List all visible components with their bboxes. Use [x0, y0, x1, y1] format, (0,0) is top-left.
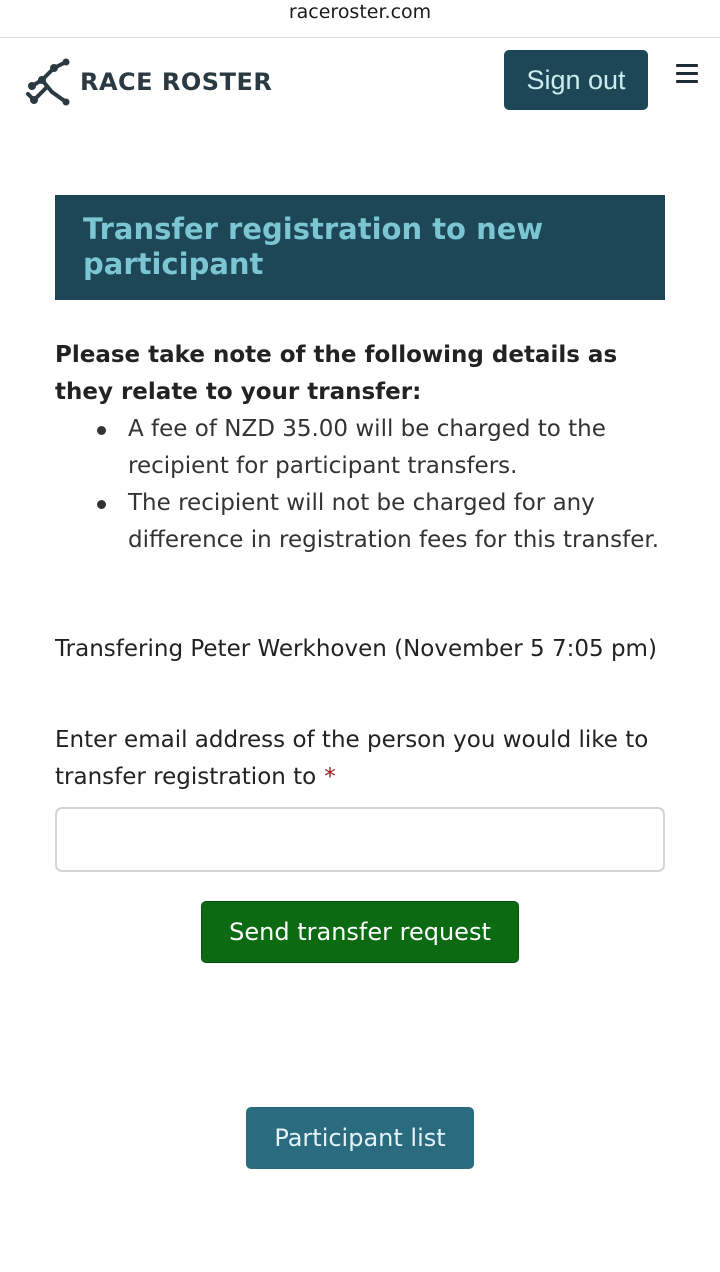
url-text: raceroster.com	[288, 1, 432, 23]
hamburger-menu-icon[interactable]	[676, 64, 700, 84]
race-roster-logo-icon	[26, 58, 70, 106]
race-roster-logo[interactable]: RACE ROSTER	[26, 58, 272, 106]
note-text: A fee of NZD 35.00 will be charged to th…	[128, 416, 606, 479]
required-mark: *	[324, 764, 336, 790]
email-label-text: Enter email address of the person you wo…	[55, 727, 649, 790]
note-list: A fee of NZD 35.00 will be charged to th…	[55, 411, 670, 559]
browser-url-bar[interactable]: raceroster.com	[0, 0, 720, 38]
page-title: Transfer registration to new participant	[83, 212, 544, 281]
send-transfer-request-button[interactable]: Send transfer request	[201, 901, 519, 963]
participant-list-button[interactable]: Participant list	[246, 1107, 474, 1169]
list-item: The recipient will not be charged for an…	[55, 485, 670, 559]
site-header: RACE ROSTER Sign out	[0, 38, 720, 128]
sign-out-button[interactable]: Sign out	[504, 50, 648, 110]
transfer-info: Transfering Peter Werkhoven (November 5 …	[55, 636, 657, 662]
note-heading: Please take note of the following detail…	[55, 342, 618, 405]
email-field-label: Enter email address of the person you wo…	[55, 722, 675, 796]
logo-text: RACE ROSTER	[80, 68, 273, 96]
note-text: The recipient will not be charged for an…	[128, 490, 659, 553]
email-field[interactable]	[55, 807, 665, 872]
transfer-notes: Please take note of the following detail…	[55, 337, 670, 559]
bullet-icon	[97, 426, 106, 435]
bullet-icon	[97, 500, 106, 509]
list-item: A fee of NZD 35.00 will be charged to th…	[55, 411, 670, 485]
page-title-banner: Transfer registration to new participant	[55, 195, 665, 300]
